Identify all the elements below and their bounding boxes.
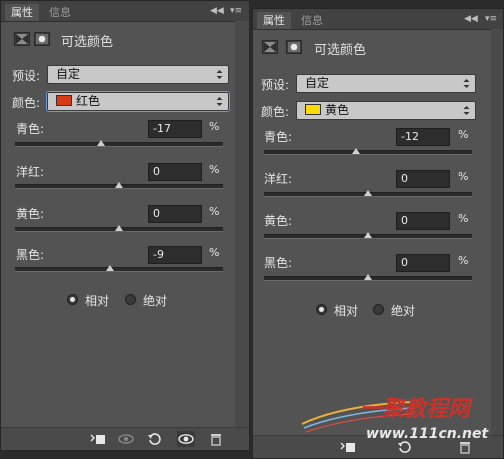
radio-absolute-label: 绝对 [143,294,168,308]
yellow-slider-thumb[interactable] [115,225,123,231]
radio-relative[interactable] [67,294,78,305]
select-arrows-icon [463,106,470,115]
black-value-input[interactable]: 0 [396,254,450,272]
radio-relative[interactable] [316,304,327,315]
slider-label-cyan: 青色: [264,130,293,144]
tab-info[interactable]: 信息 [295,12,329,29]
layer-mask-icon[interactable] [34,32,50,46]
colors-select[interactable]: 红色 [47,92,229,111]
slider-label-black: 黑色: [264,256,293,270]
black-percent: % [458,254,469,267]
visibility-eye-icon[interactable] [177,431,195,447]
magenta-percent: % [209,163,220,176]
slider-label-cyan: 青色: [16,122,45,136]
select-arrows-icon [216,97,223,106]
panel-menu-icon[interactable]: ▾≡ [230,4,242,18]
radio-absolute-label: 绝对 [391,304,416,318]
slider-label-black: 黑色: [16,248,45,262]
preset-value: 自定 [56,67,81,81]
colors-value: 黄色 [325,103,350,117]
watermark: 一聚教程网 www.111cn.net [300,384,500,446]
black-slider-thumb[interactable] [105,265,114,271]
colors-label: 颜色: [261,105,290,119]
colors-label: 颜色: [12,96,41,110]
slider-label-yellow: 黄色: [264,214,293,228]
colors-value: 红色 [76,94,101,108]
preset-label: 预设: [261,78,290,92]
layer-mask-icon[interactable] [286,40,302,54]
cyan-percent: % [209,120,220,133]
panel-tabbar: 属性 信息 ◀◀ ▾≡ [1,1,249,22]
cyan-slider-thumb[interactable] [351,148,360,154]
cyan-slider-track[interactable] [15,142,223,147]
watermark-url: www.111cn.net [366,426,489,442]
tab-properties[interactable]: 属性 [257,12,291,29]
yellow-percent: % [209,205,220,218]
magenta-slider-thumb[interactable] [115,182,123,188]
black-slider-thumb[interactable] [364,274,372,280]
yellow-slider-thumb[interactable] [364,232,372,238]
yellow-value-input[interactable]: 0 [148,205,202,223]
cyan-slider-track[interactable] [264,150,472,155]
collapse-icon[interactable]: ◀◀ [210,4,224,18]
radio-absolute[interactable] [125,294,136,305]
watermark-title: 一聚教程网 [360,397,473,422]
adjustment-selective-color-icon [14,32,30,46]
slider-label-magenta: 洋红: [264,172,293,186]
cyan-percent: % [458,128,469,141]
select-arrows-icon [463,79,470,88]
color-swatch [56,95,72,106]
magenta-value-input[interactable]: 0 [396,170,450,188]
cyan-value-input[interactable]: -17 [148,120,202,138]
colors-select[interactable]: 黄色 [296,101,476,120]
black-percent: % [209,246,220,259]
tab-properties[interactable]: 属性 [5,4,39,21]
cyan-value-input[interactable]: -12 [396,128,450,146]
slider-label-magenta: 洋红: [16,165,45,179]
panel-tabbar: 属性 信息 ◀◀ ▾≡ [253,9,503,30]
yellow-value-input[interactable]: 0 [396,212,450,230]
properties-panel-left: 属性 信息 ◀◀ ▾≡ 可选颜色 预设: 自定 颜色: 红色 青色: -17 %… [0,0,250,451]
cyan-slider-thumb[interactable] [97,140,106,146]
delete-trash-icon[interactable] [207,431,225,447]
slider-label-yellow: 黄色: [16,207,45,221]
collapse-icon[interactable]: ◀◀ [464,12,478,26]
adjustment-selective-color-icon [262,40,278,54]
scrollbar[interactable] [235,21,249,428]
panel-title: 可选颜色 [314,43,367,58]
magenta-slider-thumb[interactable] [364,190,372,196]
watermark-logo: 一聚教程网 www.111cn.net [301,397,489,442]
preset-select[interactable]: 自定 [296,74,476,93]
radio-absolute[interactable] [373,304,384,315]
panel-menu-icon[interactable]: ▾≡ [485,12,497,26]
panel-bottombar [1,427,249,450]
scrollbar[interactable] [491,29,503,436]
preset-select[interactable]: 自定 [47,65,229,84]
radio-relative-label: 相对 [85,294,110,308]
view-previous-icon[interactable] [117,431,135,447]
clip-to-layer-icon[interactable] [89,431,107,447]
select-arrows-icon [216,70,223,79]
tab-info[interactable]: 信息 [43,4,77,21]
preset-label: 预设: [12,69,41,83]
panel-title: 可选颜色 [61,35,114,50]
color-swatch [305,104,321,115]
yellow-percent: % [458,212,469,225]
black-value-input[interactable]: -9 [148,246,202,264]
magenta-percent: % [458,170,469,183]
preset-value: 自定 [305,76,330,90]
reset-icon[interactable] [146,431,164,447]
radio-relative-label: 相对 [334,304,359,318]
magenta-value-input[interactable]: 0 [148,163,202,181]
black-slider-track[interactable] [15,267,223,272]
